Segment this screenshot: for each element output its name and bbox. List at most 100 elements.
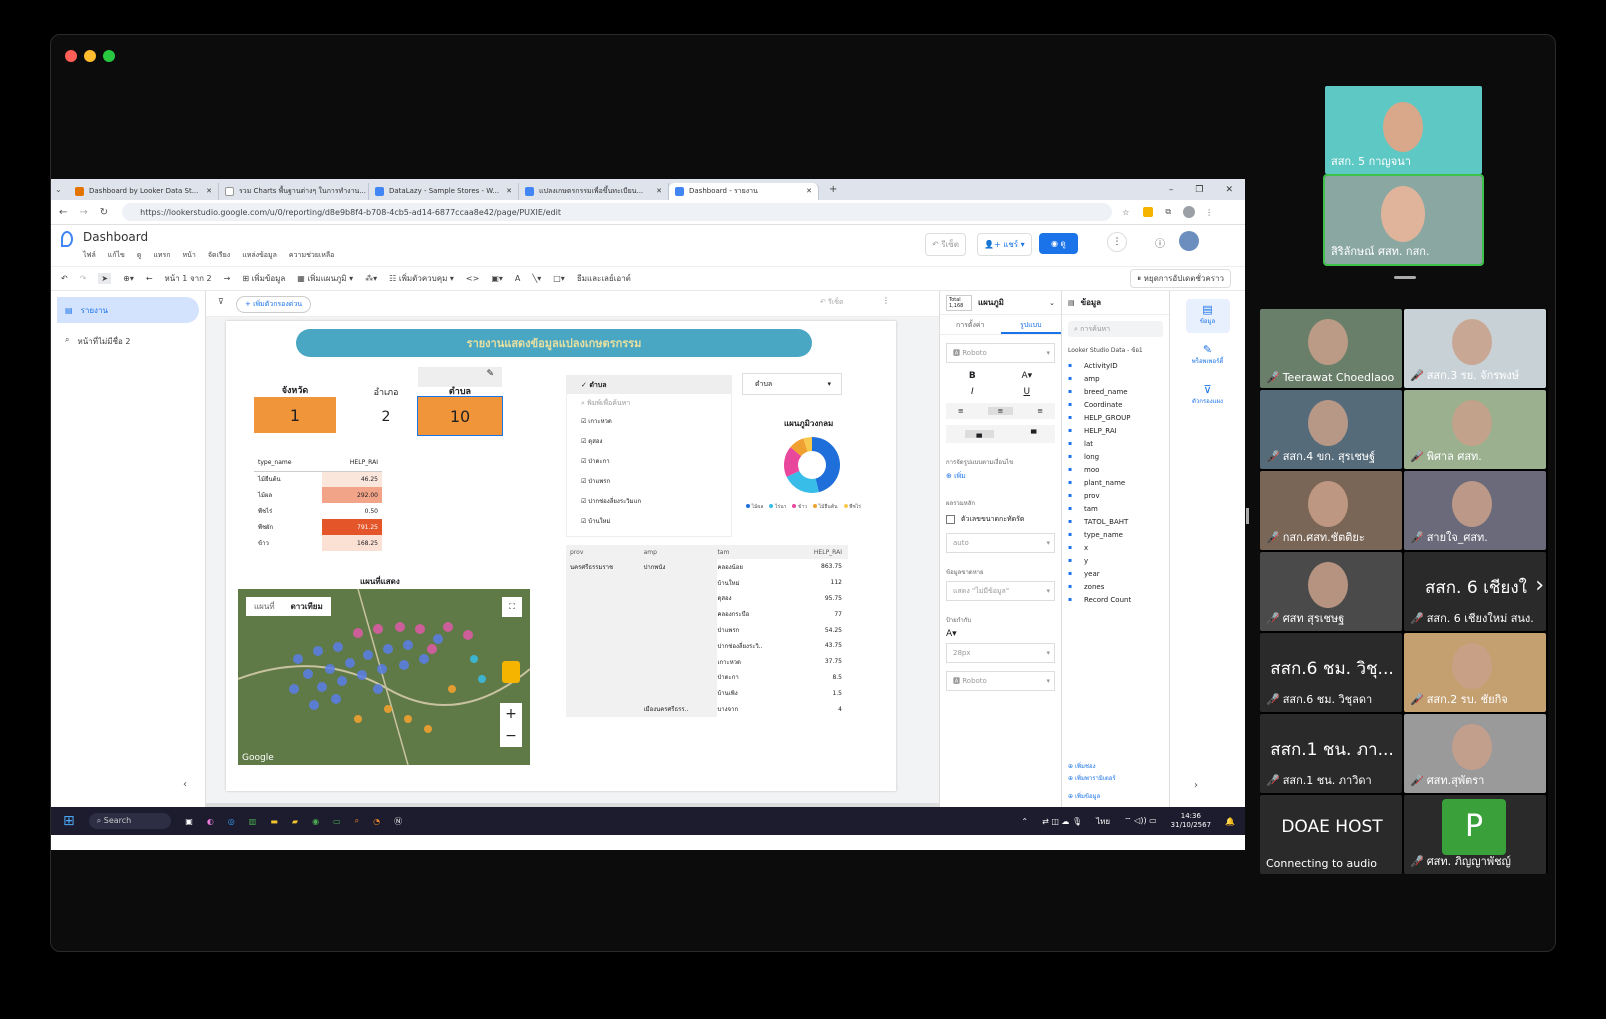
browser-tab-active[interactable]: Dashboard - รายงาน ✕ xyxy=(669,182,819,200)
tambon-select[interactable]: ตำบล ▾ xyxy=(742,373,842,395)
field-item[interactable]: ▪ year xyxy=(1062,567,1169,580)
dropdown-option[interactable]: ☑ ป่าแพรก xyxy=(567,472,731,492)
notification-icon[interactable]: 🔔 xyxy=(1225,817,1235,826)
type-table[interactable]: type_name HELP_RAI ไม้ยืนต้น 46.25 ไม้ผล 29… xyxy=(254,455,382,551)
zoom-icon[interactable]: ⊕▾ xyxy=(123,274,134,283)
shape-icon[interactable]: □▾ xyxy=(553,274,565,283)
close-window-icon[interactable]: ✕ xyxy=(1225,185,1233,195)
language-indicator[interactable]: ไทย xyxy=(1096,815,1110,828)
select-icon[interactable]: ➤ xyxy=(98,273,112,284)
chevron-down-icon[interactable]: ⌄ xyxy=(1049,299,1055,307)
font-color-icon[interactable]: A▾ xyxy=(1021,371,1032,381)
resize-handle[interactable] xyxy=(1246,508,1249,524)
align-center-icon[interactable]: ≡ xyxy=(987,407,1014,415)
browser-tab[interactable]: Dashboard by Looker Data St... ✕ xyxy=(69,182,219,200)
video-tile[interactable]: 🎤̸ พิศาล ศสท. xyxy=(1404,390,1546,469)
video-tile[interactable]: สสก. 6 เชียงใ 🎤̸ สสก. 6 เชียงใหม่ สนง. xyxy=(1404,552,1546,631)
video-tile[interactable]: 🎤̸ กสก.ศสท.ชัตติยะ xyxy=(1260,471,1402,550)
layout-icon[interactable]: ▀ xyxy=(1031,430,1036,438)
code-icon[interactable]: <> xyxy=(466,274,479,283)
tray-icons[interactable]: ⇄ ◫ ☁ 🎙 xyxy=(1042,817,1082,826)
line-icon[interactable]: ╲▾ xyxy=(532,274,541,283)
video-tile[interactable]: 🎤̸ สายใจ_ศสท. xyxy=(1404,471,1546,550)
close-icon[interactable]: ✕ xyxy=(650,187,662,195)
menu-item[interactable]: ดู xyxy=(137,250,142,261)
field-item[interactable]: ▪ y xyxy=(1062,554,1169,567)
menu-item[interactable]: หน้า xyxy=(183,250,196,261)
back-icon[interactable]: ← xyxy=(59,207,67,218)
forward-icon[interactable]: → xyxy=(79,207,87,218)
reload-icon[interactable]: ↻ xyxy=(100,207,108,218)
table-header[interactable]: HELP_RAI xyxy=(322,455,382,472)
video-tile[interactable]: สสก.6 ชม. วิชุ... 🎤̸ สสก.6 ชม. วิชุลดา xyxy=(1260,633,1402,712)
share-button[interactable]: 👤+ แชร์ ▾ xyxy=(977,233,1032,256)
font-select[interactable]: 🅰 Roboto ▾ xyxy=(946,343,1055,363)
menu-item[interactable]: จัดเรียง xyxy=(208,250,230,261)
zoom-in-icon[interactable]: + xyxy=(500,703,522,725)
browser-tab[interactable]: แปลงเกษตรกรรมเพื่อขึ้นทะเบียน... ✕ xyxy=(519,182,669,200)
image-icon[interactable]: ▣▾ xyxy=(491,274,503,283)
network-icon[interactable]: ⌔ ◁)) ▭ xyxy=(1124,816,1157,826)
underline-icon[interactable]: U xyxy=(1023,387,1030,397)
video-tile[interactable]: 🎤̸ สสก.2 รบ. ชัยกิจ xyxy=(1404,633,1546,712)
chrome-icon[interactable]: ◉ xyxy=(312,817,319,826)
close-icon[interactable]: ✕ xyxy=(200,187,212,195)
legend-item[interactable]: ไร่นา xyxy=(769,503,786,511)
table-header[interactable]: type_name xyxy=(254,455,323,472)
redo-icon[interactable]: ↷ xyxy=(80,274,87,283)
close-dot[interactable] xyxy=(65,50,77,62)
font-size-select[interactable]: 28px ▾ xyxy=(946,643,1055,663)
taskbar-search[interactable]: ⌕ Search xyxy=(88,813,172,829)
legend-item[interactable]: พืชไร่ xyxy=(843,503,861,511)
video-tile[interactable]: 🎤̸ ศสท.สุพัตรา xyxy=(1404,714,1546,793)
dropdown-search[interactable]: ⌕ พิมพ์เพื่อค้นหา xyxy=(567,394,731,412)
bold-icon[interactable]: B xyxy=(969,371,976,381)
community-icon[interactable]: ⁂▾ xyxy=(365,274,377,283)
field-item[interactable]: ▪ HELP_RAI xyxy=(1062,424,1169,437)
tab-setup[interactable]: การตั้งค่า xyxy=(940,315,1001,334)
zoom-dot[interactable] xyxy=(103,50,115,62)
url-field[interactable]: https://lookerstudio.google.com/u/0/repo… xyxy=(122,203,1113,221)
menu-item[interactable]: ไฟล์ xyxy=(83,250,96,261)
reset-filter-button[interactable]: ↶ รีเซ็ต xyxy=(820,297,844,308)
add-chart-button[interactable]: ▦ เพิ่มแผนภูมิ ▾ xyxy=(297,272,353,285)
field-item[interactable]: ▪ plant_name xyxy=(1062,476,1169,489)
align-right-icon[interactable]: ≡ xyxy=(1037,407,1043,415)
report-title[interactable]: Dashboard xyxy=(83,230,148,244)
new-tab-icon[interactable]: + xyxy=(829,184,837,195)
collapse-icon[interactable]: ‹ xyxy=(183,779,187,790)
menu-item[interactable]: แหล่งข้อมูล xyxy=(242,250,277,261)
field-item[interactable]: ▪ zones xyxy=(1062,580,1169,593)
excel-icon[interactable]: ▥ xyxy=(249,817,257,826)
field-item[interactable]: ▪ prov xyxy=(1062,489,1169,502)
field-item[interactable]: ▪ moo xyxy=(1062,463,1169,476)
zoom-out-icon[interactable]: − xyxy=(500,725,522,747)
report-title-banner[interactable]: รายงานแสดงข้อมูลแปลงเกษตรกรรม xyxy=(296,329,812,357)
field-item[interactable]: ▪ Coordinate xyxy=(1062,398,1169,411)
page-item-active[interactable]: ▤ รายงาน xyxy=(57,297,199,323)
search-app-icon[interactable]: ⌕ xyxy=(355,816,359,826)
more-icon[interactable]: ⋮ xyxy=(882,296,890,305)
expand-icon[interactable]: › xyxy=(1194,780,1198,791)
filter-icon[interactable]: ⊽ xyxy=(218,297,224,306)
copilot-icon[interactable]: ◐ xyxy=(207,817,214,826)
legend-item[interactable]: ไม้ยืนต้น xyxy=(813,503,838,511)
add-field-link[interactable]: ⊕ เพิ่มช่อง xyxy=(1068,761,1096,771)
notion-icon[interactable]: Ⓝ xyxy=(394,816,402,827)
donut-chart[interactable] xyxy=(780,433,844,497)
properties-rail-button[interactable]: ✎ พร็อพเพอร์ตี้ xyxy=(1186,343,1230,373)
video-tile[interactable]: 🎤̸ สสก.4 ขก. สุรเชษฐ์ xyxy=(1260,390,1402,469)
dropdown-option[interactable]: ☑ ดุสอง xyxy=(567,432,731,452)
add-data-button[interactable]: ⊞ เพิ่มข้อมูล xyxy=(242,272,285,285)
align-left-icon[interactable]: ≡ xyxy=(958,407,964,415)
chart-type-icon[interactable]: Total 1,168 xyxy=(946,294,972,311)
add-quick-filter-button[interactable]: + เพิ่มตัวกรองด่วน xyxy=(236,296,312,313)
data-rail-button[interactable]: ▤ ข้อมูล xyxy=(1185,299,1230,333)
view-button[interactable]: ◉ ดู xyxy=(1039,233,1078,254)
undo-icon[interactable]: ↶ xyxy=(61,274,68,283)
fullscreen-icon[interactable]: ⛶ xyxy=(502,597,522,617)
video-tile[interactable]: DOAE HOST Connecting to audio xyxy=(1260,795,1402,874)
field-item[interactable]: ▪ amp xyxy=(1062,372,1169,385)
reset-button[interactable]: ↶ รีเซ็ต xyxy=(925,233,966,256)
browser-tab[interactable]: รวม Charts พื้นฐานต่างๆ ในการทำงาน...✕ xyxy=(219,182,369,200)
